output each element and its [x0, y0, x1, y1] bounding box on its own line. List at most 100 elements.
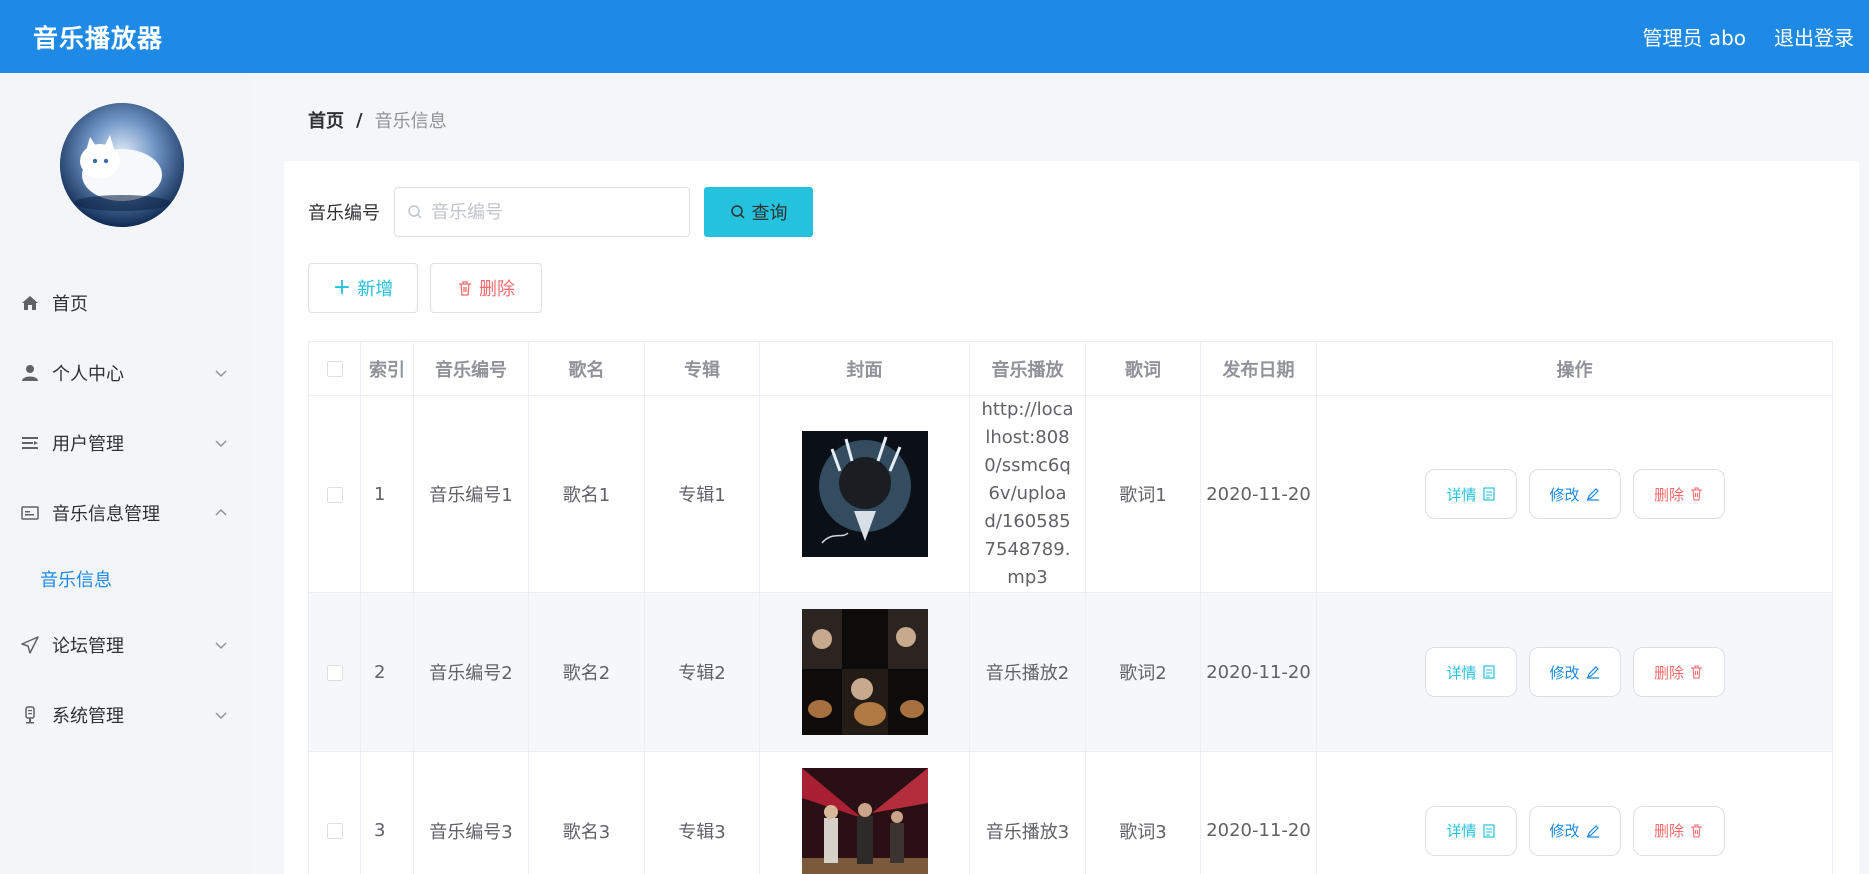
row-song-name: 歌名1	[528, 395, 645, 593]
music-table: 索引 音乐编号 歌名 专辑 封面 音乐播放 歌词 发布日期 操作 1 音乐编号1	[308, 341, 1833, 874]
batch-delete-button[interactable]: 删除	[430, 263, 542, 313]
row-song-name: 歌名3	[528, 751, 645, 874]
edit-button[interactable]: 修改	[1528, 647, 1621, 697]
row-lyrics: 歌词1	[1085, 395, 1201, 593]
breadcrumb-current: 音乐信息	[374, 111, 447, 132]
row-date: 2020-11-20	[1200, 592, 1317, 752]
row-checkbox[interactable]	[326, 823, 343, 839]
delete-button-label: 删除	[1653, 663, 1684, 682]
detail-button[interactable]: 详情	[1424, 805, 1517, 856]
mic-icon	[20, 705, 40, 725]
table-row: 1 音乐编号1 歌名1 专辑1 http://localhost:8080/ss…	[308, 395, 1833, 593]
row-play: 音乐播放2	[969, 592, 1086, 752]
row-date: 2020-11-20	[1200, 751, 1317, 874]
chevron-down-icon	[215, 642, 227, 650]
sidebar-menu: 首页 个人中心 用户管理 音乐信息管理 音乐信息 论坛管理 系统管理	[0, 268, 250, 750]
sidebar-subitem-music-info[interactable]: 音乐信息	[0, 548, 250, 610]
row-checkbox[interactable]	[326, 664, 343, 681]
pencil-icon	[1586, 488, 1599, 501]
card-icon	[20, 503, 40, 523]
row-music-code: 音乐编号1	[413, 395, 529, 593]
search-field[interactable]	[394, 187, 690, 237]
row-select-cell	[308, 592, 361, 752]
row-cover-cell	[759, 751, 970, 874]
breadcrumb-home[interactable]: 首页	[308, 107, 344, 133]
query-button[interactable]: 查询	[704, 187, 813, 237]
avatar	[60, 103, 184, 227]
breadcrumb-separator: /	[356, 109, 363, 131]
header-song-name: 歌名	[528, 341, 645, 396]
header-play: 音乐播放	[969, 341, 1086, 396]
table-header-row: 索引 音乐编号 歌名 专辑 封面 音乐播放 歌词 发布日期 操作	[308, 341, 1833, 396]
row-ops: 详情 修改 删除	[1317, 469, 1832, 519]
row-ops: 详情 修改 删除	[1317, 805, 1832, 856]
document-icon	[1482, 487, 1495, 501]
chevron-down-icon	[215, 370, 227, 378]
row-select-cell	[308, 395, 361, 593]
row-lyrics: 歌词2	[1085, 592, 1201, 752]
trash-icon	[1691, 823, 1702, 838]
detail-button[interactable]: 详情	[1424, 647, 1517, 697]
main-area: 首页 / 音乐信息 音乐编号 查询 + 新增 删除	[250, 73, 1869, 874]
sidebar-item-label: 系统管理	[52, 706, 124, 727]
add-button[interactable]: + 新增	[308, 263, 418, 313]
delete-button[interactable]: 删除	[1632, 805, 1725, 856]
table-row: 3 音乐编号3 歌名3 专辑3 音乐播放3 歌词3 2020-11-20 详情 …	[308, 751, 1833, 874]
row-date: 2020-11-20	[1200, 395, 1317, 593]
detail-button-label: 详情	[1446, 822, 1477, 840]
edit-button[interactable]: 修改	[1528, 805, 1621, 856]
cover-image[interactable]	[801, 609, 928, 735]
content-card: 音乐编号 查询 + 新增 删除	[284, 161, 1859, 874]
sidebar-item-user-management[interactable]: 用户管理	[0, 408, 250, 478]
select-all-checkbox[interactable]	[326, 361, 343, 377]
edit-button[interactable]: 修改	[1528, 469, 1621, 519]
trash-icon	[1691, 487, 1702, 501]
sidebar-item-system-management[interactable]: 系统管理	[0, 680, 250, 750]
search-input[interactable]	[431, 201, 671, 223]
document-icon	[1482, 823, 1495, 838]
row-play-url[interactable]: http://localhost:8080/ssmc6q6v/upload/16…	[970, 396, 1085, 592]
sidebar-item-music-info-management[interactable]: 音乐信息管理	[0, 478, 250, 548]
breadcrumb: 首页 / 音乐信息	[308, 107, 447, 133]
sidebar-item-label: 用户管理	[52, 434, 124, 455]
admin-user[interactable]: 管理员 abo	[1642, 22, 1746, 51]
header-album: 专辑	[644, 341, 760, 396]
detail-button-label: 详情	[1446, 485, 1477, 504]
row-checkbox[interactable]	[326, 486, 343, 503]
row-album: 专辑2	[644, 592, 760, 752]
header-music-code: 音乐编号	[413, 341, 529, 396]
search-label: 音乐编号	[308, 203, 380, 224]
sidebar: 首页 个人中心 用户管理 音乐信息管理 音乐信息 论坛管理 系统管理	[0, 73, 250, 874]
plus-icon: +	[332, 275, 352, 300]
chevron-down-icon	[215, 440, 227, 448]
sidebar-item-forum-management[interactable]: 论坛管理	[0, 610, 250, 680]
header-index: 索引	[360, 341, 414, 396]
user-icon	[20, 363, 40, 383]
header-cover: 封面	[759, 341, 970, 396]
home-icon	[20, 293, 40, 313]
sidebar-item-personal-center[interactable]: 个人中心	[0, 338, 250, 408]
row-cover-cell	[759, 395, 970, 593]
row-play-cell: http://localhost:8080/ssmc6q6v/upload/16…	[969, 395, 1086, 593]
header-release-date: 发布日期	[1200, 341, 1317, 396]
row-music-code: 音乐编号2	[413, 592, 529, 752]
sidebar-item-home[interactable]: 首页	[0, 268, 250, 338]
row-song-name: 歌名2	[528, 592, 645, 752]
cover-image[interactable]	[801, 767, 928, 874]
sidebar-item-label: 个人中心	[52, 364, 124, 385]
delete-button[interactable]: 删除	[1632, 647, 1725, 697]
pencil-icon	[1586, 666, 1599, 679]
logout-button[interactable]: 退出登录	[1774, 22, 1854, 51]
delete-button[interactable]: 删除	[1632, 469, 1725, 519]
row-album: 专辑3	[644, 751, 760, 874]
query-button-label: 查询	[751, 203, 788, 224]
delete-button-label: 删除	[1653, 485, 1684, 504]
edit-button-label: 修改	[1549, 485, 1580, 504]
detail-button[interactable]: 详情	[1424, 469, 1517, 519]
detail-button-label: 详情	[1446, 663, 1477, 682]
top-bar: 音乐播放器 管理员 abo 退出登录	[0, 0, 1869, 73]
action-row: + 新增 删除	[308, 263, 542, 313]
row-play: 音乐播放3	[969, 751, 1086, 874]
header-select-all[interactable]	[308, 341, 361, 396]
cover-image[interactable]	[801, 431, 928, 557]
